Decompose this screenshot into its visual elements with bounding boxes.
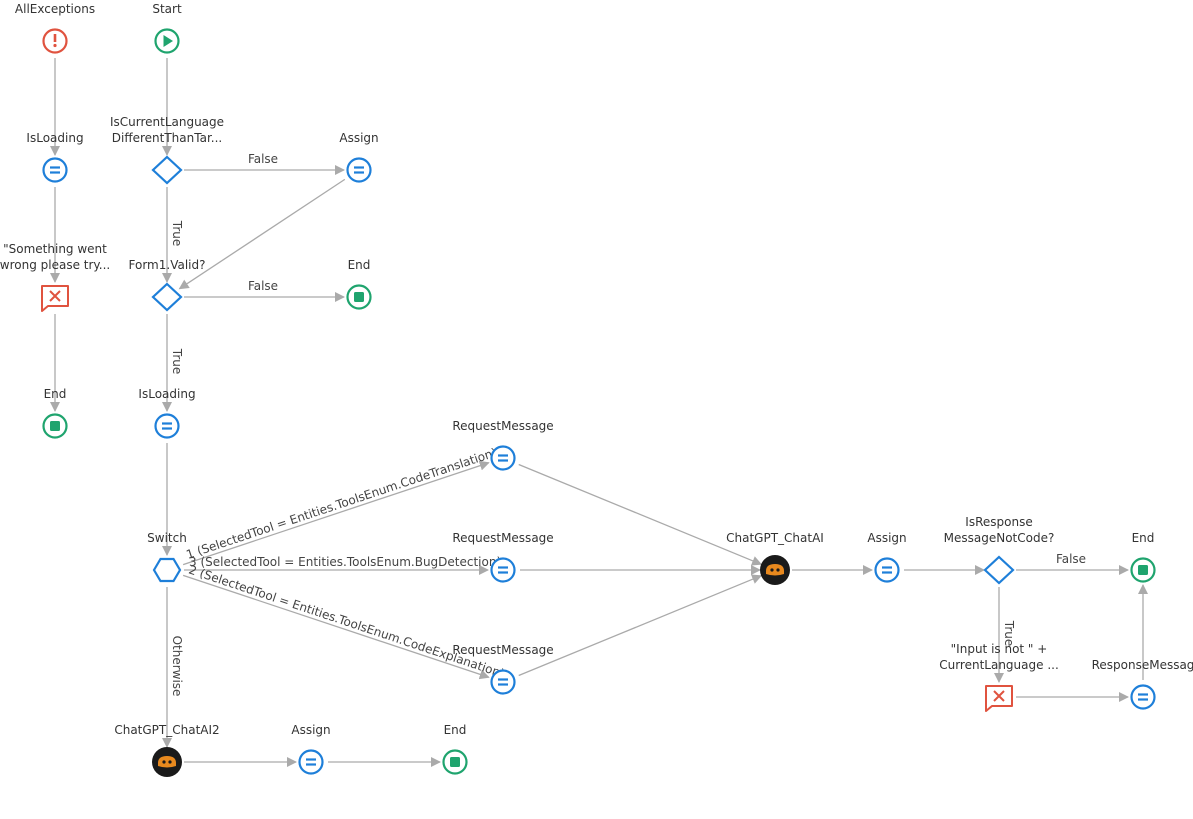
node-isload2[interactable]: IsLoading bbox=[138, 387, 196, 439]
assign-icon bbox=[42, 157, 68, 183]
node-chat1[interactable]: ChatGPT_ChatAI bbox=[726, 531, 824, 585]
connector-label: 2 (SelectedTool = Entities.ToolsEnum.Cod… bbox=[187, 563, 506, 681]
node-label: IsResponse bbox=[965, 515, 1032, 529]
node-label: End bbox=[44, 387, 67, 401]
node-label: RequestMessage bbox=[452, 531, 553, 545]
node-isload1[interactable]: IsLoading bbox=[26, 131, 84, 183]
node-label: ChatGPT_ChatAI2 bbox=[114, 723, 219, 737]
chatgpt-ai-icon bbox=[152, 747, 182, 777]
node-label: End bbox=[348, 258, 371, 272]
node-label: RequestMessage bbox=[452, 419, 553, 433]
node-start[interactable]: Start bbox=[152, 2, 182, 54]
node-label: DifferentThanTar... bbox=[112, 131, 222, 145]
flow-connector[interactable] bbox=[178, 178, 346, 290]
node-end4[interactable]: End bbox=[442, 723, 468, 775]
start-icon bbox=[154, 28, 180, 54]
flow-connector[interactable]: False bbox=[1016, 552, 1129, 575]
if-diamond-icon bbox=[983, 555, 1015, 585]
flow-connector[interactable]: 1 (SelectedTool = Entities.ToolsEnum.Cod… bbox=[182, 445, 499, 566]
flow-connector[interactable]: 3 (SelectedTool = Entities.ToolsEnum.Bug… bbox=[184, 555, 501, 575]
node-label: Assign bbox=[291, 723, 330, 737]
node-label: End bbox=[1132, 531, 1155, 545]
node-if3[interactable]: IsResponse MessageNotCode? bbox=[944, 515, 1055, 585]
flow-connector[interactable] bbox=[518, 574, 763, 677]
assign-icon bbox=[1130, 684, 1156, 710]
node-label: RequestMessage bbox=[452, 643, 553, 657]
node-chat2[interactable]: ChatGPT_ChatAI2 bbox=[114, 723, 220, 777]
node-label: IsCurrentLanguage bbox=[110, 115, 224, 129]
node-assign2[interactable]: Assign bbox=[867, 531, 907, 583]
connector-label: False bbox=[248, 279, 278, 293]
assign-icon bbox=[490, 445, 516, 471]
if-diamond-icon bbox=[151, 155, 183, 185]
connector-label: True bbox=[170, 220, 184, 247]
connector-label: Otherwise bbox=[170, 636, 184, 697]
node-label: "Something went bbox=[3, 242, 107, 256]
end-icon bbox=[346, 284, 372, 310]
node-label: ResponseMessag bbox=[1092, 658, 1193, 672]
assign-icon bbox=[154, 413, 180, 439]
node-label: "Input is not " + bbox=[951, 642, 1048, 656]
end-icon bbox=[1130, 557, 1156, 583]
node-label: Switch bbox=[147, 531, 187, 545]
chatgpt-ai-icon bbox=[760, 555, 790, 585]
flow-connector[interactable]: 2 (SelectedTool = Entities.ToolsEnum.Cod… bbox=[182, 563, 506, 681]
flow-connector[interactable]: False bbox=[184, 279, 345, 302]
connector-label: True bbox=[170, 348, 184, 375]
node-label: Form1.Valid? bbox=[129, 258, 206, 272]
node-switch[interactable]: Switch bbox=[147, 531, 187, 583]
exception-icon bbox=[42, 28, 68, 54]
node-allexc[interactable]: AllExceptions bbox=[15, 2, 95, 54]
node-end1[interactable]: End bbox=[42, 387, 68, 439]
node-label: AllExceptions bbox=[15, 2, 95, 16]
error-message-icon bbox=[985, 685, 1013, 712]
node-if2[interactable]: Form1.Valid? bbox=[129, 258, 206, 312]
assign-icon bbox=[298, 749, 324, 775]
node-label: Assign bbox=[867, 531, 906, 545]
node-label: IsLoading bbox=[138, 387, 195, 401]
node-label: CurrentLanguage ... bbox=[939, 658, 1059, 672]
node-label: wrong please try... bbox=[0, 258, 110, 272]
flow-connector[interactable]: False bbox=[184, 152, 345, 175]
node-label: ChatGPT_ChatAI bbox=[726, 531, 824, 545]
end-icon bbox=[42, 413, 68, 439]
assign-icon bbox=[874, 557, 900, 583]
node-end2[interactable]: End bbox=[346, 258, 372, 310]
end-icon bbox=[442, 749, 468, 775]
node-end3[interactable]: End bbox=[1130, 531, 1156, 583]
node-assign3[interactable]: Assign bbox=[291, 723, 331, 775]
node-label: Start bbox=[152, 2, 182, 16]
flow-connector[interactable] bbox=[518, 463, 763, 566]
assign-icon bbox=[490, 557, 516, 583]
assign-icon bbox=[490, 669, 516, 695]
assign-icon bbox=[346, 157, 372, 183]
node-assign1[interactable]: Assign bbox=[339, 131, 379, 183]
node-label: IsLoading bbox=[26, 131, 83, 145]
node-label: MessageNotCode? bbox=[944, 531, 1055, 545]
node-label: Assign bbox=[339, 131, 378, 145]
connector-label: False bbox=[1056, 552, 1086, 566]
error-message-icon bbox=[41, 285, 69, 312]
node-label: End bbox=[444, 723, 467, 737]
connector-label: False bbox=[248, 152, 278, 166]
if-diamond-icon bbox=[151, 282, 183, 312]
switch-hexagon-icon bbox=[152, 557, 182, 583]
connector-label: 3 (SelectedTool = Entities.ToolsEnum.Bug… bbox=[189, 555, 501, 569]
flow-canvas[interactable]: False True False True 1 (SelectedTool = Enti… bbox=[0, 0, 1193, 819]
node-respmsg[interactable]: ResponseMessag bbox=[1092, 658, 1193, 710]
